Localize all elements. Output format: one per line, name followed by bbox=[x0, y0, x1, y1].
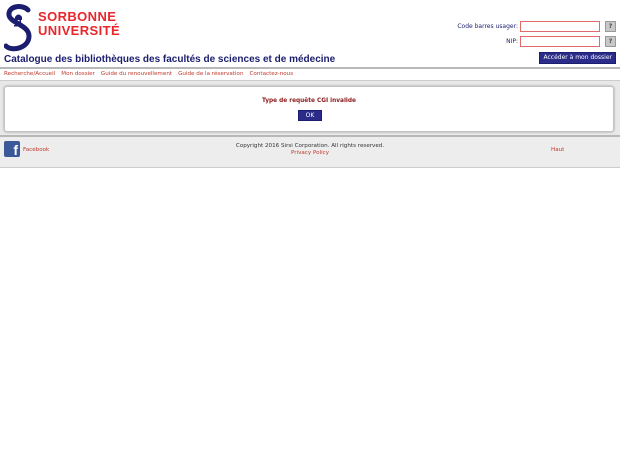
message-box: Type de requête CGI invalide OK bbox=[4, 86, 614, 132]
nav-item-my-account[interactable]: Mon dossier bbox=[61, 71, 95, 77]
pin-row: NIP: ? bbox=[506, 35, 616, 48]
nav-item-search-home[interactable]: Recherche/Accueil bbox=[4, 71, 55, 77]
privacy-policy-link[interactable]: Privacy Policy bbox=[0, 150, 620, 156]
footer-bottom-line bbox=[0, 167, 620, 168]
nav-item-reservation-guide[interactable]: Guide de la réservation bbox=[178, 71, 243, 77]
ok-button[interactable]: OK bbox=[298, 110, 322, 121]
barcode-label: Code barres usager: bbox=[457, 23, 518, 30]
catalog-title: Catalogue des bibliothèques des facultés… bbox=[4, 54, 336, 65]
logo-text: SORBONNE UNIVERSITÉ bbox=[38, 10, 120, 38]
header: SORBONNE UNIVERSITÉ Catalogue des biblio… bbox=[0, 0, 620, 68]
copyright-text: Copyright 2016 Sirsi Corporation. All ri… bbox=[235, 143, 385, 149]
nav-item-contact[interactable]: Contactez-nous bbox=[250, 71, 294, 77]
barcode-help-icon[interactable]: ? bbox=[605, 21, 616, 32]
footer: f Facebook Copyright 2016 Sirsi Corporat… bbox=[0, 137, 620, 167]
sorbonne-s-logo-icon bbox=[4, 4, 32, 52]
main-nav: Recherche/Accueil Mon dossier Guide du r… bbox=[4, 71, 299, 77]
barcode-row: Code barres usager: ? bbox=[457, 20, 616, 33]
pin-label: NIP: bbox=[506, 38, 518, 45]
back-to-top-link[interactable]: Haut bbox=[551, 147, 564, 153]
pin-help-icon[interactable]: ? bbox=[605, 36, 616, 47]
sorbonne-logo[interactable]: SORBONNE UNIVERSITÉ bbox=[4, 4, 130, 54]
nav-item-renewal-guide[interactable]: Guide du renouvellement bbox=[101, 71, 172, 77]
logo-line2: UNIVERSITÉ bbox=[38, 23, 121, 38]
access-account-button[interactable]: Accéder à mon dossier bbox=[539, 52, 616, 64]
barcode-input[interactable] bbox=[520, 21, 600, 32]
nav-separator bbox=[0, 67, 620, 69]
logo-line1: SORBONNE bbox=[38, 9, 117, 24]
error-message: Type de requête CGI invalide bbox=[261, 98, 356, 104]
pin-input[interactable] bbox=[520, 36, 600, 47]
